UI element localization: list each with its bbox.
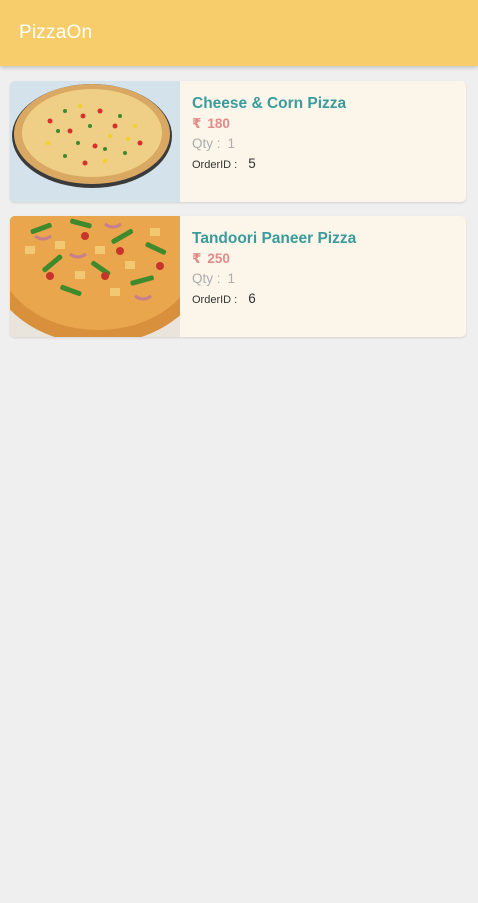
cheese-corn-pizza-image [10,81,180,202]
pizza-name: Tandoori Paneer Pizza [192,230,357,247]
price-value: 250 [207,251,230,266]
orderid-label: OrderID : [192,294,238,306]
order-card[interactable]: Cheese & Corn Pizza ₹180 Qty : 1 OrderID … [10,81,466,202]
pizza-name: Cheese & Corn Pizza [192,95,347,112]
rupee-icon: ₹ [192,116,202,131]
qty-label: Qty : [192,136,221,151]
orderid-value: 5 [248,156,256,171]
qty-value: 1 [227,136,236,151]
orderid-row: OrderID : 5 [192,155,458,174]
tandoori-paneer-pizza-image [10,216,180,337]
qty-row: Qty : 1 [192,271,458,287]
orderid-label: OrderID : [192,159,238,171]
order-info: Cheese & Corn Pizza ₹180 Qty : 1 OrderID … [192,94,458,174]
qty-row: Qty : 1 [192,136,458,152]
order-info: Tandoori Paneer Pizza ₹250 Qty : 1 OrderI… [192,229,458,309]
qty-label: Qty : [192,271,221,286]
price-value: 180 [207,116,230,131]
orderid-row: OrderID : 6 [192,290,458,309]
app-title: PizzaOn [19,22,93,43]
qty-value: 1 [227,271,236,286]
orderid-value: 6 [248,291,256,306]
order-card[interactable]: Tandoori Paneer Pizza ₹250 Qty : 1 OrderI… [10,216,466,337]
order-list: Cheese & Corn Pizza ₹180 Qty : 1 OrderID … [10,81,466,351]
rupee-icon: ₹ [192,251,202,266]
pizza-price: ₹250 [192,251,458,267]
app-bar: PizzaOn [0,0,478,66]
pizza-price: ₹180 [192,116,458,132]
